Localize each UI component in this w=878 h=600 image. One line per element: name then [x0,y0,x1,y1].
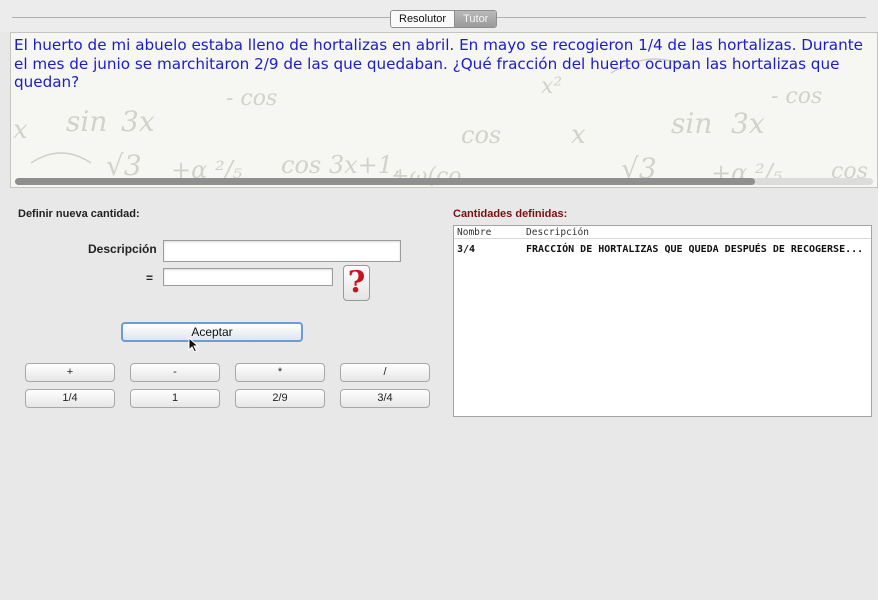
define-quantity-title: Definir nueva cantidad: [18,208,140,220]
svg-text:cos: cos [461,121,501,149]
description-label: Descripción [88,242,157,256]
svg-text:sin: sin [671,107,712,140]
tab-bar: Resolutor Tutor [0,0,878,32]
problem-scrollbar[interactable] [15,178,873,185]
svg-text:3x: 3x [121,105,155,138]
equals-label: = [146,271,154,285]
svg-text:3x: 3x [731,107,765,140]
svg-text:x: x [571,120,586,150]
help-question-icon[interactable]: ? [343,265,370,301]
svg-text:sin: sin [66,105,107,138]
operator-plus-button[interactable]: + [25,363,115,382]
tab-resolutor[interactable]: Resolutor [391,11,454,27]
table-header: Nombre Descripción [454,226,871,239]
problem-scrollbar-thumb[interactable] [15,178,755,185]
quantity-button[interactable]: 3/4 [340,389,430,408]
operator-divide-button[interactable]: / [340,363,430,382]
svg-text:cos 3x+1,: cos 3x+1, [281,151,401,179]
column-header-name[interactable]: Nombre [457,227,491,238]
column-header-description[interactable]: Descripción [526,227,589,238]
mouse-pointer-icon [188,337,200,353]
svg-text:x: x [13,115,28,145]
quantity-button[interactable]: 1 [130,389,220,408]
row-description: FRACCIÓN DE HORTALIZAS QUE QUEDA DESPUÉS… [526,244,864,255]
defined-quantities-title: Cantidades definidas: [453,208,568,220]
table-row[interactable]: 3/4 FRACCIÓN DE HORTALIZAS QUE QUEDA DES… [454,244,871,258]
operator-multiply-button[interactable]: * [235,363,325,382]
mode-tabs: Resolutor Tutor [390,10,498,28]
quantity-button[interactable]: 2/9 [235,389,325,408]
accept-button[interactable]: Aceptar [121,322,303,342]
problem-statement-panel: x sin 3x √3 +α ²/₅ - cos cos 3x+1, +ω(co… [10,32,878,188]
problem-text: El huerto de mi abuelo estaba lleno de h… [14,36,864,91]
defined-quantities-table: Nombre Descripción 3/4 FRACCIÓN DE HORTA… [453,225,872,417]
row-name: 3/4 [457,244,476,255]
tab-tutor[interactable]: Tutor [454,11,497,27]
value-input[interactable] [163,268,333,286]
quantity-button[interactable]: 1/4 [25,389,115,408]
operator-minus-button[interactable]: - [130,363,220,382]
description-input[interactable] [163,240,401,262]
